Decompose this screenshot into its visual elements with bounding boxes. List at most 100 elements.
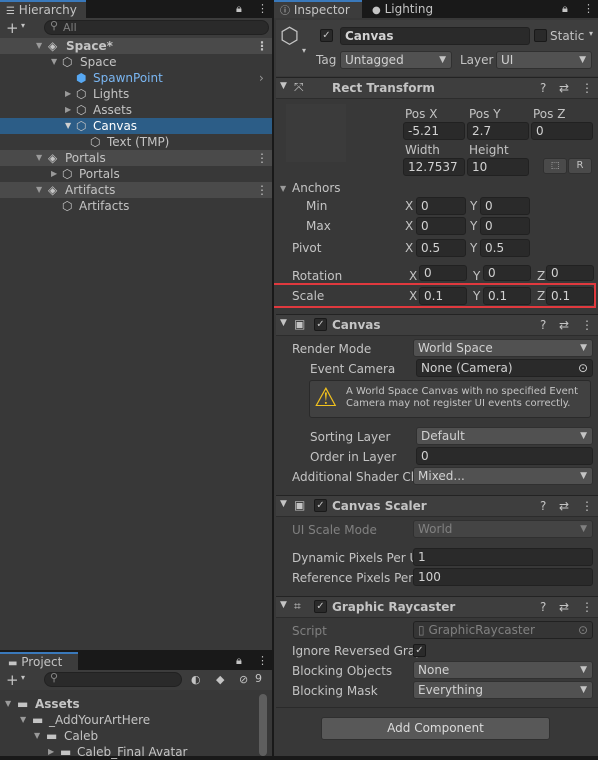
tab-lighting[interactable]: ● Lighting bbox=[372, 0, 452, 18]
filter-by-type-icon[interactable]: ◐ bbox=[191, 673, 201, 686]
event-camera-field[interactable]: None (Camera) ⊙ bbox=[416, 359, 593, 377]
hierarchy-item-canvas[interactable]: ▼ ⬡ Canvas bbox=[0, 118, 272, 134]
project-search-input[interactable]: ⚲ bbox=[44, 671, 182, 687]
hidden-packages-icon[interactable]: ⊘ bbox=[239, 673, 248, 686]
project-folder-caleb[interactable]: ▼ ▬ Caleb bbox=[0, 728, 272, 744]
pos-z-field[interactable]: 0 bbox=[531, 122, 593, 140]
create-plus-icon[interactable]: + bbox=[6, 671, 19, 689]
pos-y-field[interactable]: 2.7 bbox=[467, 122, 529, 140]
component-menu-icon[interactable]: ⋮ bbox=[581, 318, 593, 332]
foldout-arrow-icon[interactable]: ▼ bbox=[280, 600, 287, 610]
project-folder-addyourarthere[interactable]: ▼ ▬ _AddYourArtHere bbox=[0, 712, 272, 728]
dynamic-pixels-field[interactable]: 1 bbox=[413, 548, 593, 566]
foldout-arrow-icon[interactable]: ▼ bbox=[280, 318, 287, 328]
hierarchy-scene-portals[interactable]: ▼ ◈ Portals ⋮ bbox=[0, 150, 272, 166]
menu-dots-icon[interactable]: ⋮ bbox=[583, 2, 594, 15]
blocking-objects-dropdown[interactable]: None ▼ bbox=[413, 661, 593, 679]
panel-splitter-horizontal[interactable] bbox=[0, 650, 272, 652]
active-checkbox[interactable]: ✓ bbox=[320, 29, 333, 42]
canvas-scaler-header[interactable]: ▼ ▣ ✓ Canvas Scaler ? ⇄ ⋮ bbox=[276, 495, 598, 517]
static-checkbox[interactable] bbox=[534, 29, 547, 42]
menu-dots-icon[interactable]: ⋮ bbox=[257, 2, 268, 15]
object-name-field[interactable]: Canvas bbox=[340, 27, 530, 45]
project-folder-assets[interactable]: ▼ ▬ Assets bbox=[0, 696, 272, 712]
raw-edit-button[interactable]: R bbox=[568, 158, 592, 174]
blocking-mask-dropdown[interactable]: Everything ▼ bbox=[413, 681, 593, 699]
ignore-reversed-graphics-checkbox[interactable]: ✓ bbox=[413, 644, 426, 657]
menu-dots-icon[interactable]: ⋮ bbox=[257, 654, 268, 667]
tab-hierarchy[interactable]: ☰ Hierarchy bbox=[0, 0, 86, 18]
dropdown-arrow-icon[interactable]: ▾ bbox=[21, 21, 25, 30]
component-menu-icon[interactable]: ⋮ bbox=[581, 499, 593, 513]
order-in-layer-field[interactable]: 0 bbox=[416, 447, 593, 465]
hierarchy-item-artifacts[interactable]: ⬡ Artifacts bbox=[0, 198, 272, 214]
hierarchy-item-spawnpoint[interactable]: ⬢ SpawnPoint › bbox=[0, 70, 272, 86]
graphic-raycaster-header[interactable]: ▼ ⌗ ✓ Graphic Raycaster ? ⇄ ⋮ bbox=[276, 596, 598, 618]
anchor-max-y-field[interactable]: 0 bbox=[480, 217, 530, 235]
reference-pixels-field[interactable]: 100 bbox=[413, 568, 593, 586]
create-plus-icon[interactable]: + bbox=[6, 19, 19, 37]
foldout-arrow-icon[interactable]: ▼ bbox=[280, 499, 287, 509]
filter-by-label-icon[interactable]: ◆ bbox=[216, 673, 224, 686]
preset-icon[interactable]: ⇄ bbox=[559, 81, 569, 95]
help-icon[interactable]: ? bbox=[540, 318, 546, 332]
rotation-x-field[interactable]: 0 bbox=[419, 265, 467, 281]
component-menu-icon[interactable]: ⋮ bbox=[581, 81, 593, 95]
preset-icon[interactable]: ⇄ bbox=[559, 499, 569, 513]
static-dropdown-arrow-icon[interactable]: ▾ bbox=[589, 29, 593, 38]
pivot-x-field[interactable]: 0.5 bbox=[416, 239, 466, 257]
layer-dropdown[interactable]: UI ▼ bbox=[496, 51, 592, 69]
rotation-y-field[interactable]: 0 bbox=[483, 265, 531, 281]
lock-icon[interactable]: 🔒︎ bbox=[562, 2, 568, 16]
canvas-component-header[interactable]: ▼ ▣ ✓ Canvas ? ⇄ ⋮ bbox=[276, 314, 598, 336]
lock-icon[interactable]: 🔒︎ bbox=[236, 2, 242, 16]
pivot-y-field[interactable]: 0.5 bbox=[480, 239, 530, 257]
scale-z-field[interactable]: 0.1 bbox=[546, 287, 594, 305]
blueprint-mode-button[interactable]: ⬚ bbox=[543, 158, 567, 174]
canvas-scaler-enabled-checkbox[interactable]: ✓ bbox=[314, 499, 327, 512]
shader-channels-dropdown[interactable]: Mixed... ▼ bbox=[413, 467, 593, 485]
height-field[interactable]: 10 bbox=[467, 158, 529, 176]
component-menu-icon[interactable]: ⋮ bbox=[581, 600, 593, 614]
foldout-arrow-icon[interactable]: ▼ bbox=[280, 81, 287, 91]
scene-menu-dots-icon[interactable]: ⋮ bbox=[256, 38, 268, 54]
project-folder-caleb-final-avatar[interactable]: ▶ ▬ Caleb_Final Avatar bbox=[0, 744, 272, 760]
rotation-z-field[interactable]: 0 bbox=[546, 265, 594, 281]
help-icon[interactable]: ? bbox=[540, 499, 546, 513]
pos-x-field[interactable]: -5.21 bbox=[403, 122, 465, 140]
rect-transform-header[interactable]: ▼ ⤧ Rect Transform ? ⇄ ⋮ bbox=[276, 77, 598, 99]
anchor-max-x-field[interactable]: 0 bbox=[416, 217, 466, 235]
dropdown-arrow-icon[interactable]: ▾ bbox=[21, 673, 25, 682]
panel-splitter[interactable] bbox=[272, 0, 274, 756]
help-icon[interactable]: ? bbox=[540, 81, 546, 95]
hierarchy-item-space[interactable]: ▼ ⬡ Space bbox=[0, 54, 272, 70]
add-component-button[interactable]: Add Component bbox=[321, 717, 550, 740]
scale-y-field[interactable]: 0.1 bbox=[483, 287, 531, 305]
scene-menu-dots-icon[interactable]: ⋮ bbox=[256, 182, 268, 198]
hierarchy-item-portals[interactable]: ▶ ⬡ Portals bbox=[0, 166, 272, 182]
width-field[interactable]: 12.7537 bbox=[403, 158, 465, 176]
hierarchy-item-text-tmp[interactable]: ⬡ Text (TMP) bbox=[0, 134, 272, 150]
project-scrollbar[interactable] bbox=[259, 694, 267, 756]
render-mode-dropdown[interactable]: World Space ▼ bbox=[413, 339, 593, 357]
preset-icon[interactable]: ⇄ bbox=[559, 600, 569, 614]
anchor-min-y-field[interactable]: 0 bbox=[480, 197, 530, 215]
hierarchy-item-assets[interactable]: ▶ ⬡ Assets bbox=[0, 102, 272, 118]
graphic-raycaster-enabled-checkbox[interactable]: ✓ bbox=[314, 600, 327, 613]
help-icon[interactable]: ? bbox=[540, 600, 546, 614]
chevron-right-icon[interactable]: › bbox=[259, 70, 264, 86]
anchor-presets-button[interactable] bbox=[286, 104, 346, 162]
sorting-layer-dropdown[interactable]: Default ▼ bbox=[416, 427, 593, 445]
anchor-min-x-field[interactable]: 0 bbox=[416, 197, 466, 215]
tab-project[interactable]: ▬ Project bbox=[0, 652, 78, 670]
hierarchy-scene-artifacts[interactable]: ▼ ◈ Artifacts ⋮ bbox=[0, 182, 272, 198]
tab-inspector[interactable]: ⓘ Inspector bbox=[274, 0, 362, 18]
scene-menu-dots-icon[interactable]: ⋮ bbox=[256, 150, 268, 166]
canvas-enabled-checkbox[interactable]: ✓ bbox=[314, 318, 327, 331]
preset-icon[interactable]: ⇄ bbox=[559, 318, 569, 332]
object-picker-icon[interactable]: ⊙ bbox=[578, 360, 588, 376]
hierarchy-scene-space[interactable]: ▼ ◈ Space* ⋮ bbox=[0, 38, 272, 54]
icon-dropdown-arrow-icon[interactable]: ▾ bbox=[302, 46, 306, 55]
lock-icon[interactable]: 🔒︎ bbox=[236, 654, 242, 668]
hierarchy-item-lights[interactable]: ▶ ⬡ Lights bbox=[0, 86, 272, 102]
